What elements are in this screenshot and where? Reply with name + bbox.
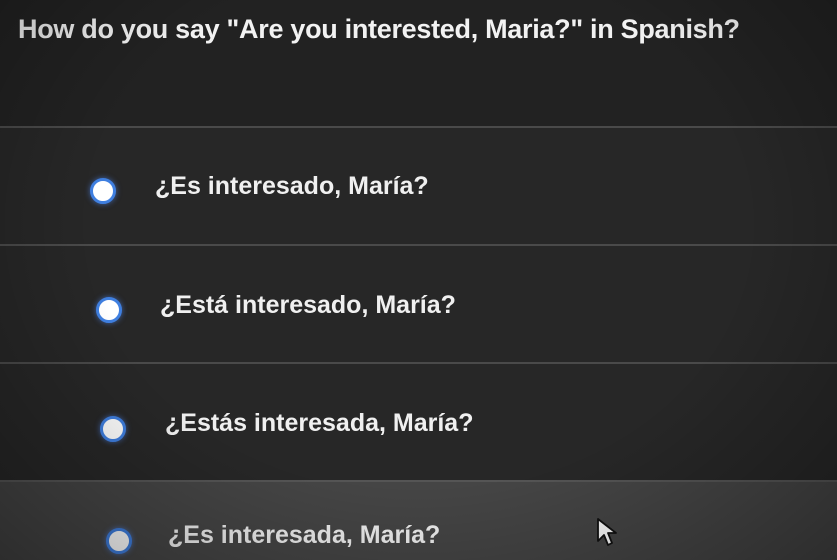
- answer-option-label: ¿Estás interesada, María?: [165, 409, 474, 437]
- radio-button[interactable]: [96, 297, 122, 323]
- answer-option-label: ¿Es interesado, María?: [155, 172, 429, 200]
- answer-option-2[interactable]: ¿Está interesado, María?: [0, 246, 837, 362]
- question-text: How do you say "Are you interested, Mari…: [18, 14, 740, 44]
- radio-button[interactable]: [106, 528, 132, 554]
- question-area: How do you say "Are you interested, Mari…: [0, 0, 837, 126]
- mouse-pointer-icon: [597, 518, 617, 546]
- answer-option-3[interactable]: ¿Estás interesada, María?: [0, 364, 837, 480]
- radio-button[interactable]: [90, 178, 116, 204]
- quiz-screen: How do you say "Are you interested, Mari…: [0, 0, 837, 560]
- answer-option-label: ¿Está interesado, María?: [160, 291, 456, 319]
- answer-option-label: ¿Es interesada, María?: [168, 521, 441, 549]
- answer-option-1[interactable]: ¿Es interesado, María?: [0, 128, 837, 244]
- answer-option-4[interactable]: ¿Es interesada, María?: [0, 482, 837, 560]
- radio-button[interactable]: [100, 416, 126, 442]
